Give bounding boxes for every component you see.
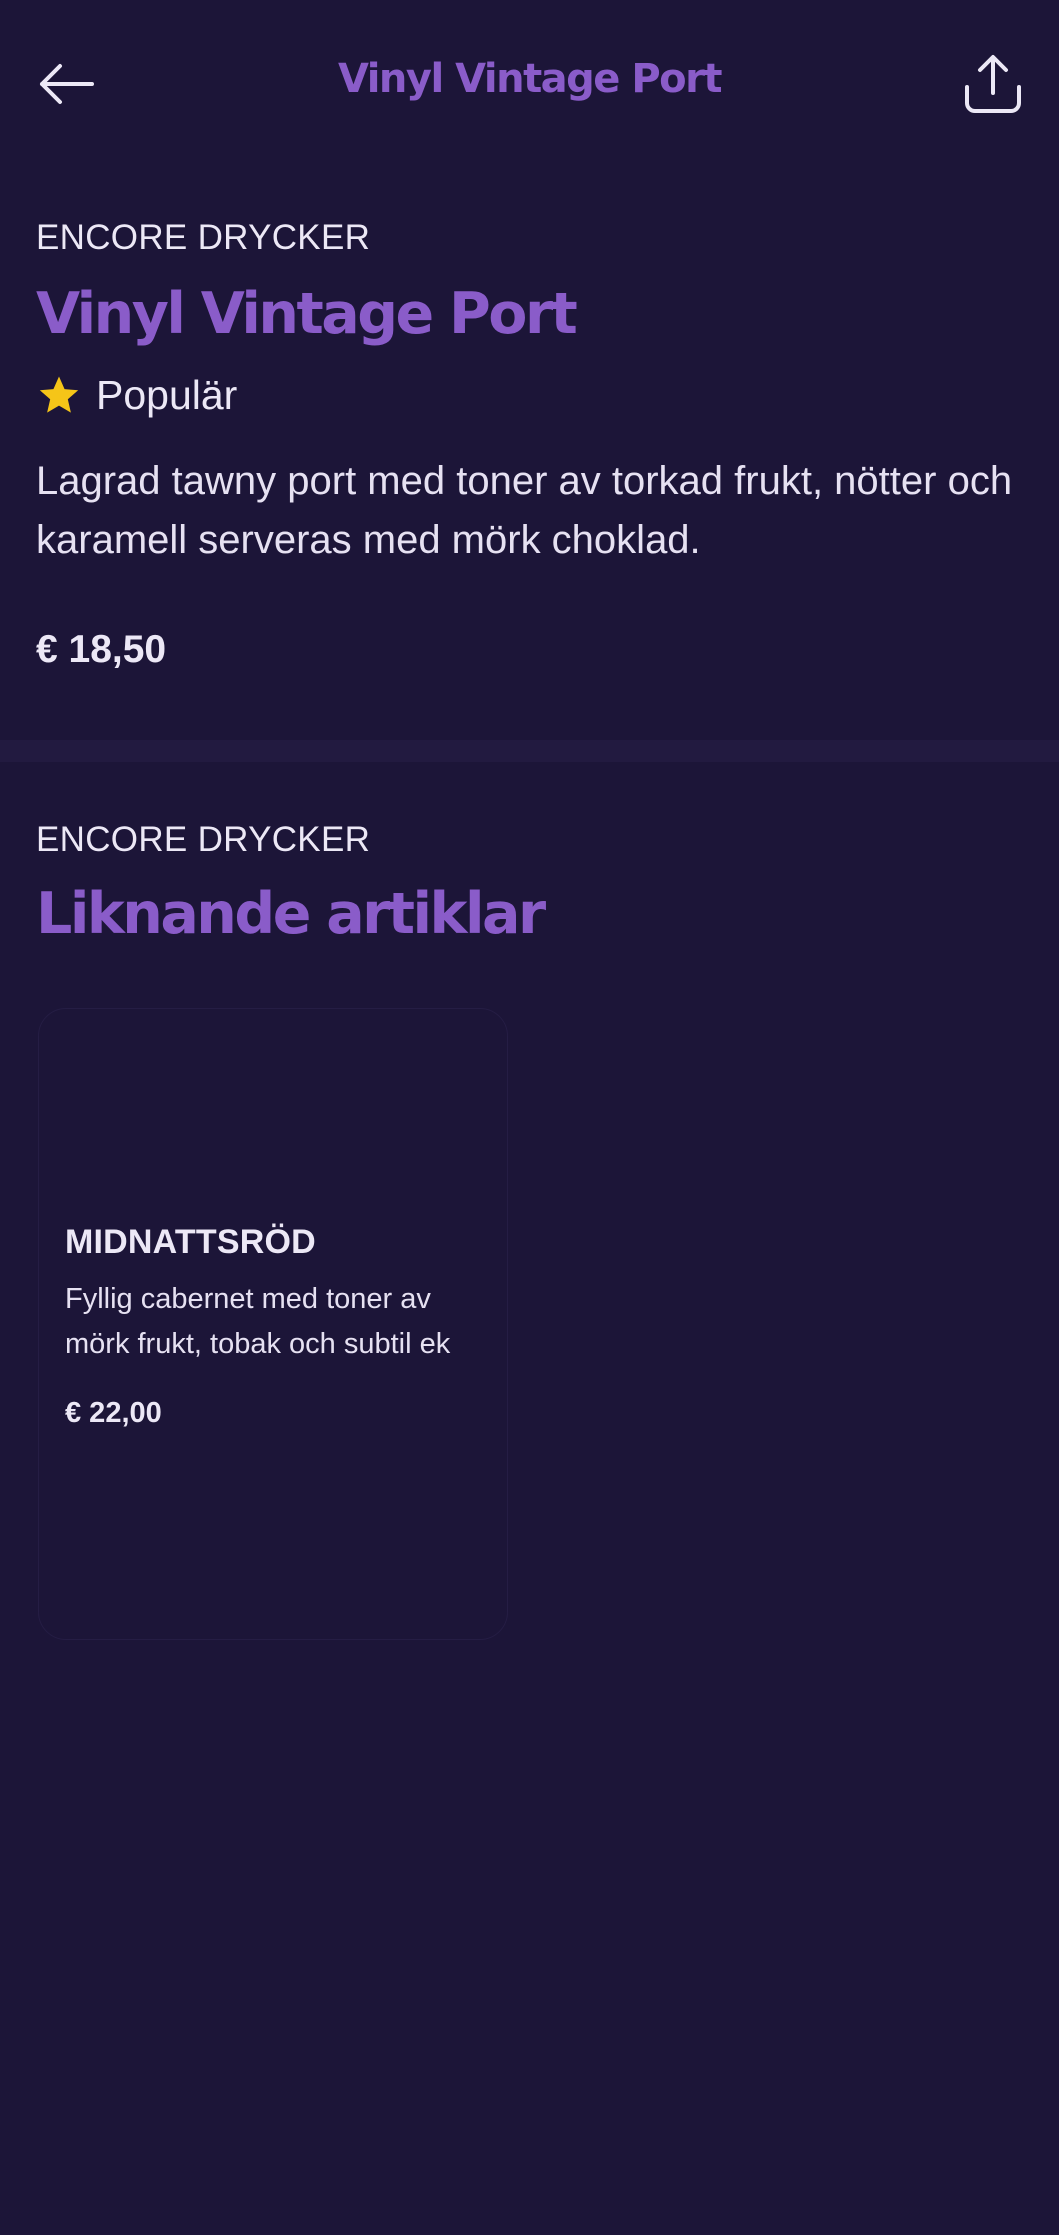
- badge-label: Populär: [96, 372, 238, 419]
- back-button[interactable]: [30, 52, 102, 116]
- star-icon: [39, 376, 79, 413]
- share-button[interactable]: [957, 48, 1029, 120]
- product-details: ENCORE DRYCKER Vinyl Vintage Port Populä…: [36, 220, 1026, 672]
- related-title: Liknande artiklar: [36, 881, 546, 947]
- arrow-left-icon: [40, 64, 94, 104]
- related-category: ENCORE DRYCKER: [36, 820, 371, 859]
- related-item-price: € 22,00: [65, 1397, 162, 1429]
- product-category: ENCORE DRYCKER: [36, 218, 371, 257]
- product-description: Lagrad tawny port med toner av torkad fr…: [36, 458, 1013, 562]
- share-icon: [965, 55, 1021, 113]
- related-item-description: Fyllig cabernet med toner av mörk frukt,…: [65, 1283, 451, 1360]
- related-item-card[interactable]: MIDNATTSRÖD Fyllig cabernet med toner av…: [38, 1008, 508, 1640]
- header-title: Vinyl Vintage Port: [337, 56, 723, 102]
- popular-badge: Populär: [36, 366, 1026, 426]
- product-price: € 18,50: [36, 627, 167, 671]
- product-name: Vinyl Vintage Port: [36, 281, 578, 347]
- related-item-name: MIDNATTSRÖD: [65, 1223, 316, 1261]
- section-divider: [0, 740, 1059, 762]
- related-section: ENCORE DRYCKER Liknande artiklar: [36, 822, 1026, 946]
- top-bar: Vinyl Vintage Port: [0, 0, 1059, 170]
